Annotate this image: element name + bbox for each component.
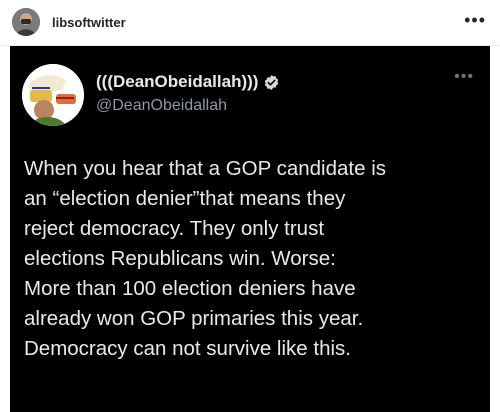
account-avatar[interactable] [12, 8, 40, 36]
profile-avatar-image [22, 64, 84, 126]
tweet-text: When you hear that a GOP candidate is an… [24, 157, 387, 360]
tweet-author-row: (((DeanObeidallah))) [96, 72, 280, 92]
more-options-icon[interactable]: ••• [464, 10, 486, 31]
tweet-author-name[interactable]: (((DeanObeidallah))) [96, 72, 258, 92]
account-username[interactable]: libsoftwitter [52, 15, 126, 30]
tweet-card: (((DeanObeidallah))) @DeanObeidallah •••… [10, 46, 490, 412]
tweet-more-options-icon[interactable]: ••• [454, 68, 474, 86]
tweet-author-handle[interactable]: @DeanObeidallah [96, 97, 227, 115]
tweet-author-avatar[interactable] [22, 64, 84, 126]
post-header: libsoftwitter ••• [0, 0, 500, 46]
verified-badge-icon [265, 74, 279, 90]
avatar-image [12, 8, 40, 36]
